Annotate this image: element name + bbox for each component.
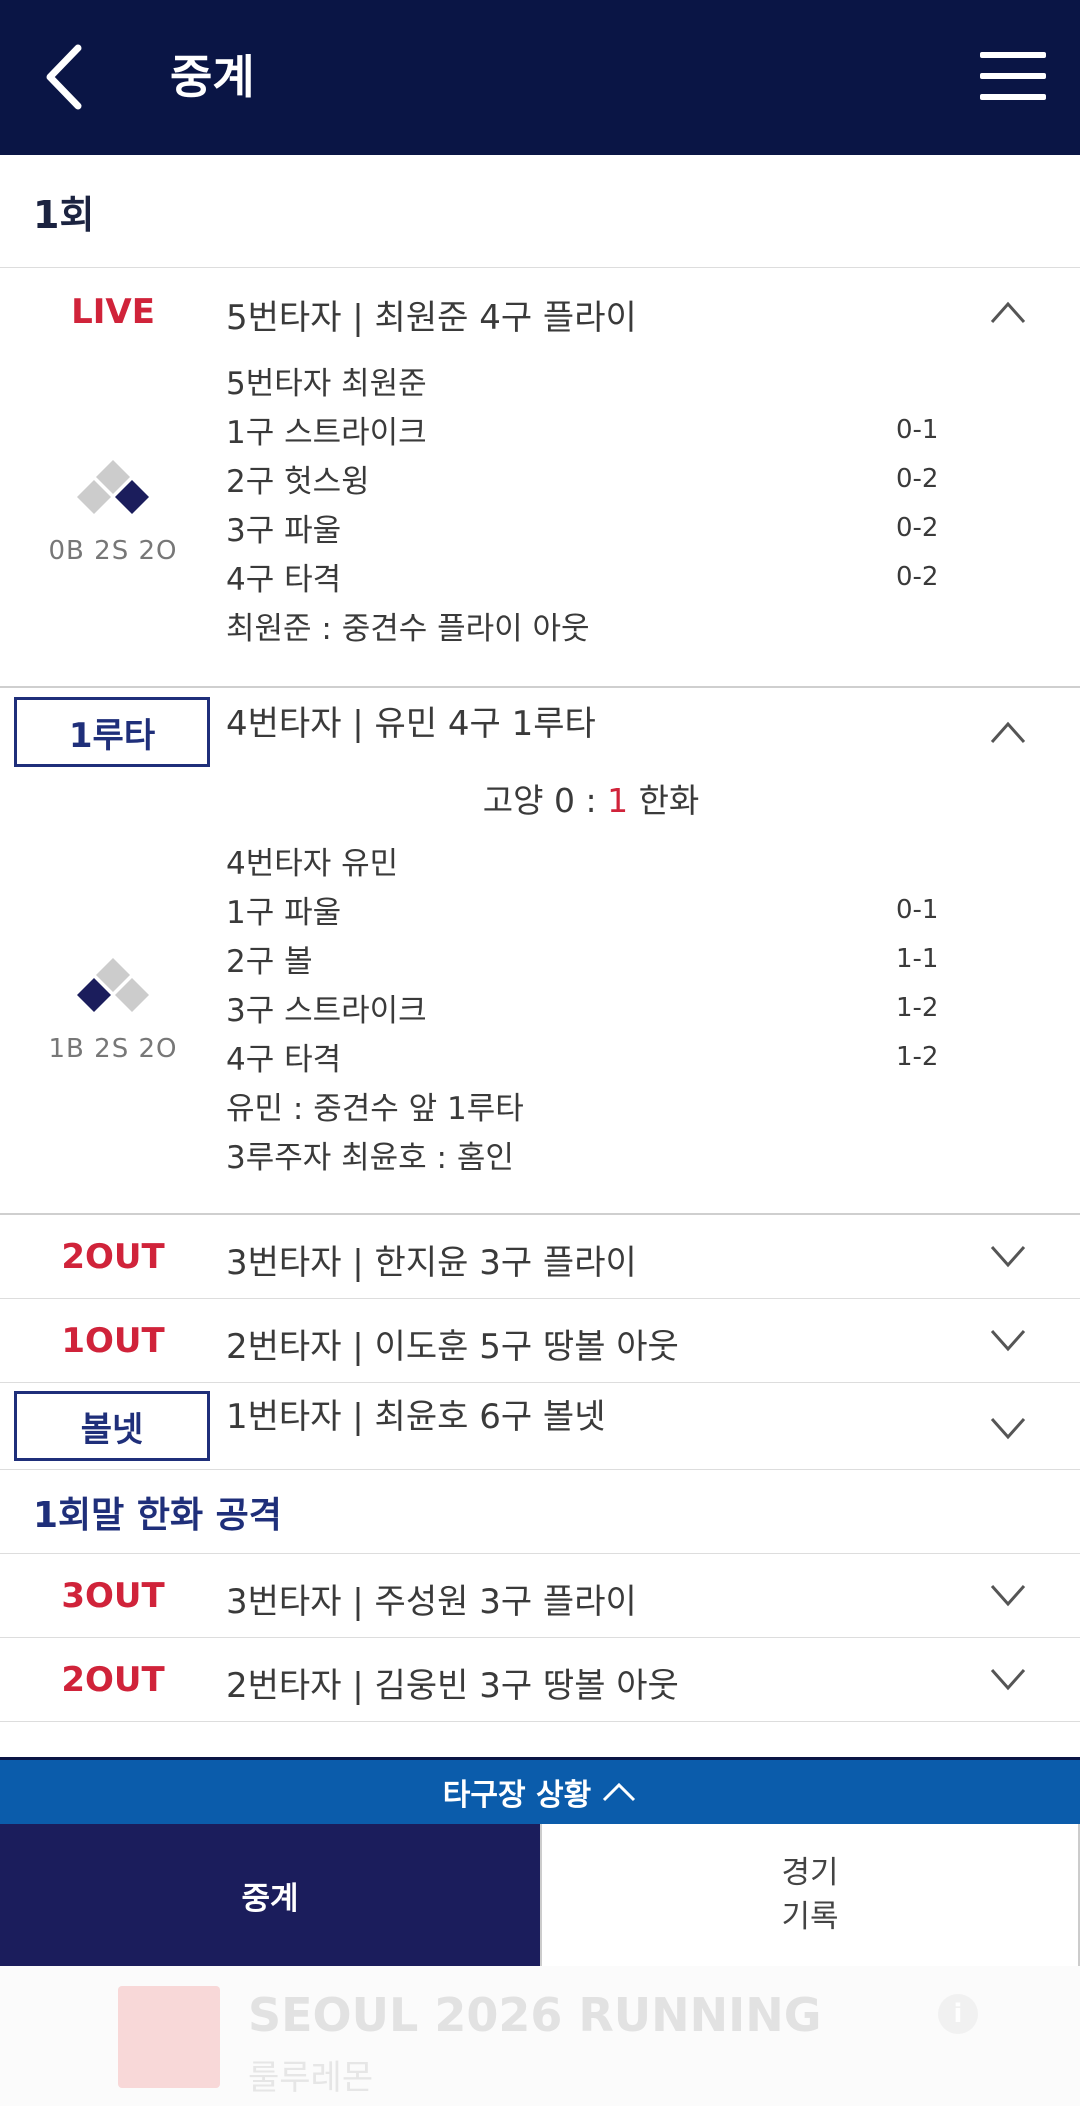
pitch-row: 3구 스트라이크 1-2 xyxy=(226,992,939,1030)
pitch-row: 4구 타격 0-2 xyxy=(226,561,939,599)
hamburger-menu-icon[interactable] xyxy=(980,50,1046,102)
tab-game-records[interactable]: 경기 기록 xyxy=(540,1824,1080,1966)
status-out-label: 2OUT xyxy=(61,1660,165,1700)
chevron-down-icon[interactable] xyxy=(988,1582,1028,1610)
tab-broadcast[interactable]: 중계 xyxy=(0,1824,540,1966)
home-score-highlight: 1 xyxy=(607,781,629,820)
ball-strike-out-count: 1B 2S 2O xyxy=(48,1034,178,1064)
bottom-tabs: 중계 경기 기록 xyxy=(0,1824,1080,1966)
status-out-label: 3OUT xyxy=(61,1576,165,1616)
play-by-play-list: 1회 LIVE 5번타자 | 최원준 4구 플라이 0B 2S 2O 5번타자 … xyxy=(0,155,1080,1757)
play-result: 유민 : 중견수 앞 1루타 xyxy=(226,1091,524,1127)
field-status-toggle[interactable]: 타구장 상황 xyxy=(0,1757,1080,1824)
play-item-collapsed[interactable]: 3OUT 3번타자 | 주성원 3구 플라이 xyxy=(0,1554,1080,1638)
pitch-list: 5번타자 최원준 1구 스트라이크 0-1 2구 헛스윙 0-2 3구 파울 0-2 … xyxy=(226,356,956,650)
app-header: 중계 xyxy=(0,0,1080,155)
status-walk-badge: 볼넷 xyxy=(14,1391,210,1461)
play-item-expanded[interactable]: 1루타 4번타자 | 유민 4구 1루타 고양 0 : 1 한화 1B 2S 2… xyxy=(0,688,1080,1215)
play-item-collapsed[interactable]: 2OUT 2번타자 | 김웅빈 3구 땅볼 아웃 xyxy=(0,1638,1080,1722)
play-item-collapsed[interactable]: 1OUT 2번타자 | 이도훈 5구 땅볼 아웃 xyxy=(0,1299,1080,1383)
play-item-expanded[interactable]: LIVE 5번타자 | 최원준 4구 플라이 0B 2S 2O 5번타자 최원준… xyxy=(0,268,1080,688)
chevron-down-icon[interactable] xyxy=(988,1415,1028,1443)
pitch-row: 3구 파울 0-2 xyxy=(226,512,939,550)
ad-subtitle: 룰루레몬 xyxy=(248,2058,374,2098)
chevron-up-icon xyxy=(603,1782,636,1802)
play-summary: 3번타자 | 주성원 3구 플라이 xyxy=(226,1582,637,1622)
status-hit-badge: 1루타 xyxy=(14,697,210,767)
play-item-collapsed[interactable]: 볼넷 1번타자 | 최윤호 6구 볼넷 xyxy=(0,1383,1080,1470)
play-item-collapsed[interactable]: 2OUT 3번타자 | 한지윤 3구 플라이 xyxy=(0,1215,1080,1299)
status-out-label: 1OUT xyxy=(61,1321,165,1361)
chevron-down-icon[interactable] xyxy=(988,1666,1028,1694)
pitch-row: 1구 스트라이크 0-1 xyxy=(226,414,939,452)
chevron-down-icon[interactable] xyxy=(988,1327,1028,1355)
info-icon[interactable]: i xyxy=(938,1994,978,2034)
ad-banner[interactable]: SEOUL 2026 RUNNING 룰루레몬 i xyxy=(0,1966,1080,2106)
base-diamond-icon xyxy=(77,460,149,514)
pitch-list: 4번타자 유민 1구 파울 0-1 2구 볼 1-1 3구 스트라이크 1-2 4구 … xyxy=(226,836,956,1179)
ball-strike-out-count: 0B 2S 2O xyxy=(48,536,178,566)
pitch-row: 2구 헛스윙 0-2 xyxy=(226,463,939,501)
chevron-down-icon[interactable] xyxy=(988,1243,1028,1271)
pitch-row: 1구 파울 0-1 xyxy=(226,894,939,932)
ad-title: SEOUL 2026 RUNNING xyxy=(248,1988,822,2042)
inning-header: 1회 xyxy=(0,155,1080,268)
play-summary: 2번타자 | 김웅빈 3구 땅볼 아웃 xyxy=(226,1666,679,1706)
page-title: 중계 xyxy=(170,50,255,104)
half-inning-header: 1회말 한화 공격 xyxy=(0,1470,1080,1554)
play-summary: 1번타자 | 최윤호 6구 볼넷 xyxy=(226,1397,606,1437)
play-summary: 3번타자 | 한지윤 3구 플라이 xyxy=(226,1243,637,1283)
play-summary: 2번타자 | 이도훈 5구 땅볼 아웃 xyxy=(226,1327,679,1367)
status-out-label: 2OUT xyxy=(61,1237,165,1277)
play-summary: 4번타자 | 유민 4구 1루타 xyxy=(226,704,596,744)
batter-line: 4번타자 유민 xyxy=(226,846,399,882)
pitch-row: 2구 볼 1-1 xyxy=(226,943,939,981)
play-result: 최원준 : 중견수 플라이 아웃 xyxy=(226,611,590,647)
brand-logo-icon xyxy=(118,1986,220,2088)
batter-line: 5번타자 최원준 xyxy=(226,366,427,402)
back-arrow-icon[interactable] xyxy=(40,40,90,115)
chevron-up-icon[interactable] xyxy=(988,298,1028,326)
chevron-up-icon[interactable] xyxy=(988,718,1028,746)
base-diamond-icon xyxy=(77,958,149,1012)
play-summary: 5번타자 | 최원준 4구 플라이 xyxy=(226,298,637,338)
score-line: 고양 0 : 1 한화 xyxy=(482,781,700,820)
play-item-partial xyxy=(0,1722,1080,1757)
status-live-label: LIVE xyxy=(71,292,155,332)
pitch-row: 4구 타격 1-2 xyxy=(226,1041,939,1079)
runner-result: 3루주자 최윤호 : 홈인 xyxy=(226,1140,514,1176)
